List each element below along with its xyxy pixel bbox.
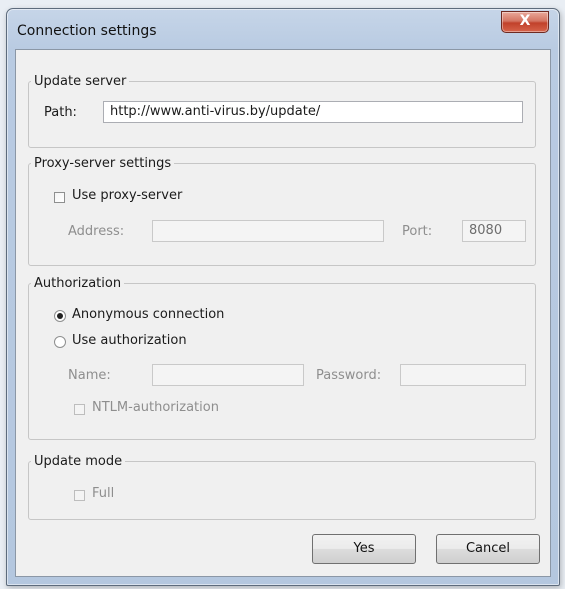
port-label: Port: xyxy=(402,224,433,239)
authorization-group: Authorization xyxy=(28,276,536,440)
port-input[interactable]: 8080 xyxy=(462,220,526,242)
full-label: Full xyxy=(92,486,115,501)
use-proxy-label: Use proxy-server xyxy=(72,188,183,203)
path-label: Path: xyxy=(44,105,77,120)
connection-settings-dialog: Connection settings X Update server Path… xyxy=(6,8,560,586)
name-input[interactable] xyxy=(152,364,304,386)
authorization-legend: Authorization xyxy=(34,276,122,291)
ntlm-label: NTLM-authorization xyxy=(92,400,219,415)
use-proxy-checkbox[interactable] xyxy=(54,192,65,203)
cancel-button[interactable]: Cancel xyxy=(436,534,540,564)
name-label: Name: xyxy=(68,368,111,383)
use-authorization-radio[interactable] xyxy=(54,336,66,348)
path-input[interactable]: http://www.anti-virus.by/update/ xyxy=(103,101,523,123)
close-icon: X xyxy=(519,13,531,29)
dialog-body: Update server Path: http://www.anti-viru… xyxy=(15,49,551,577)
address-input[interactable] xyxy=(152,220,384,242)
yes-button[interactable]: Yes xyxy=(312,534,416,564)
anonymous-radio[interactable] xyxy=(54,310,66,322)
ntlm-checkbox[interactable] xyxy=(74,404,85,415)
update-mode-legend: Update mode xyxy=(34,454,123,469)
update-server-legend: Update server xyxy=(34,74,127,89)
password-input[interactable] xyxy=(400,364,526,386)
password-label: Password: xyxy=(316,368,382,383)
radio-selected-dot xyxy=(57,313,63,319)
anonymous-label: Anonymous connection xyxy=(72,307,225,322)
proxy-settings-group: Proxy-server settings xyxy=(28,156,536,266)
dialog-title: Connection settings xyxy=(17,23,157,39)
address-label: Address: xyxy=(68,224,125,239)
full-checkbox[interactable] xyxy=(74,490,85,501)
close-button[interactable]: X xyxy=(501,11,549,33)
use-authorization-label: Use authorization xyxy=(72,333,187,348)
proxy-settings-legend: Proxy-server settings xyxy=(34,156,172,171)
